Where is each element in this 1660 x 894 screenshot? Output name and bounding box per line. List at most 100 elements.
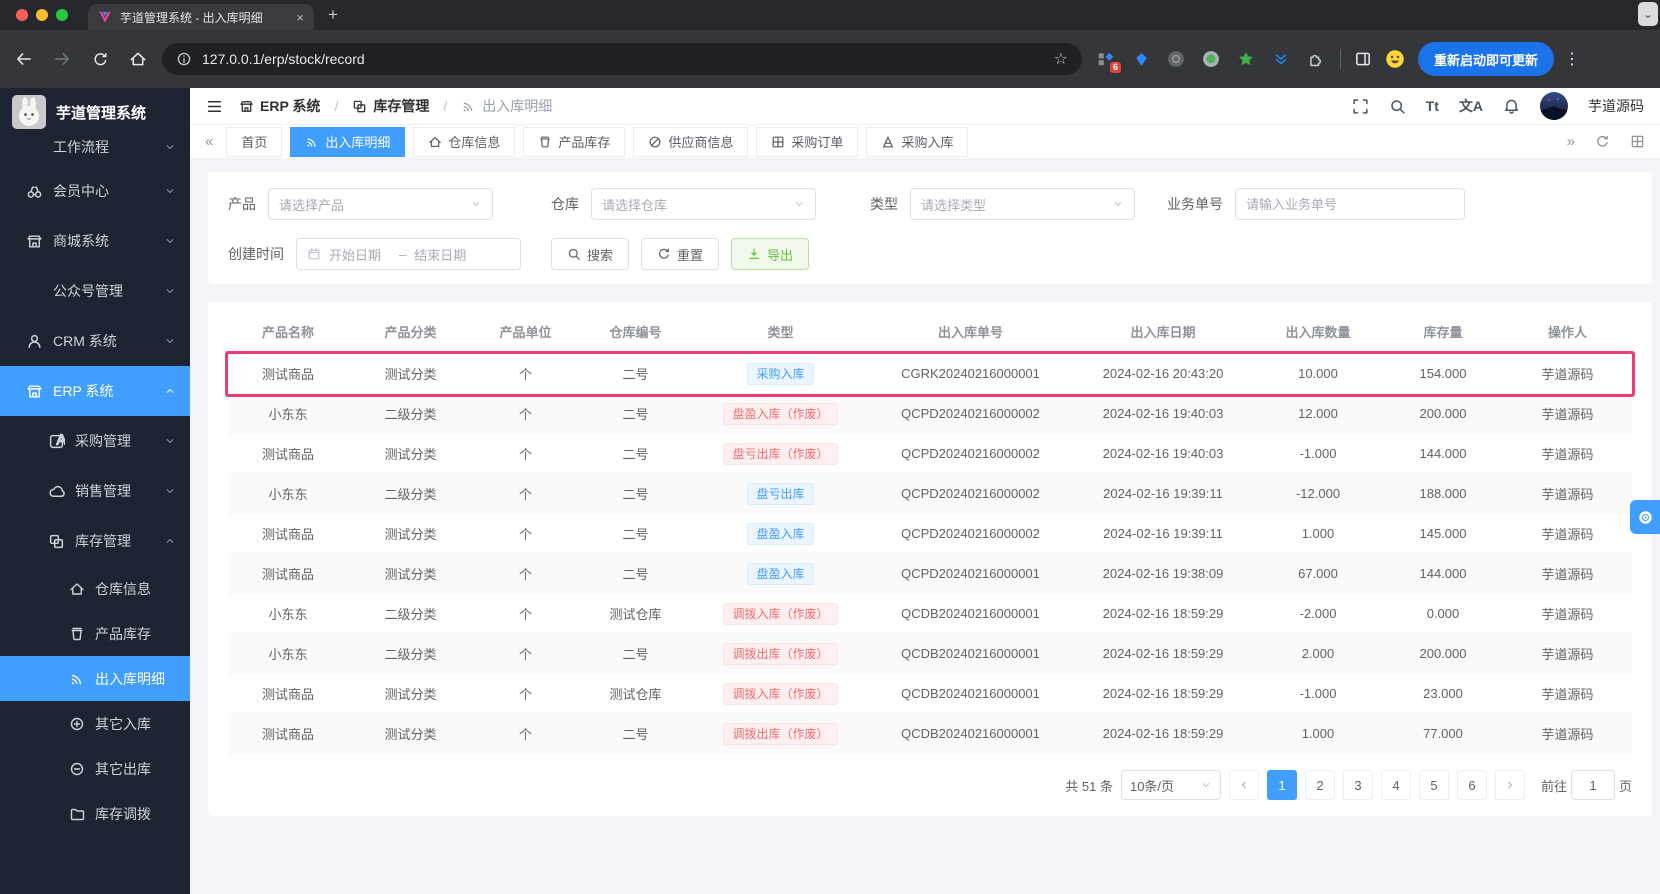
window-zoom-button[interactable] (56, 9, 68, 21)
table-row[interactable]: 测试商品 测试分类 个 二号 调拨出库（作废） QCDB202402160000… (228, 714, 1632, 754)
page-size-select[interactable]: 10条/页 (1120, 770, 1221, 800)
type-badge: 调拨出库（作废） (723, 722, 838, 745)
table-row[interactable]: 测试商品 测试分类 个 二号 盘亏出库（作废） QCPD202402160000… (228, 434, 1632, 474)
page-button-3[interactable]: 3 (1342, 770, 1373, 800)
reset-button[interactable]: 重置 (641, 238, 720, 270)
user-avatar[interactable] (1540, 92, 1568, 120)
browser-tab[interactable]: 芋道管理系统 - 出入库明细 × (88, 4, 314, 30)
gem-extension-icon[interactable] (1130, 48, 1152, 70)
type-select[interactable]: 请选择类型 (910, 188, 1135, 220)
tab-warehouse-info[interactable]: 仓库信息 (413, 126, 516, 157)
fullscreen-icon[interactable] (1352, 98, 1369, 115)
goto-page-input[interactable] (1570, 770, 1615, 800)
search-icon[interactable] (1389, 98, 1406, 115)
table-row[interactable]: 小东东 二级分类 个 二号 盘盈入库（作废） QCPD2024021600000… (228, 394, 1632, 434)
sidebar-item-purchase-mgmt[interactable]: 采购管理 (0, 416, 190, 466)
tab-supplier-info[interactable]: 供应商信息 (633, 126, 749, 157)
bell-icon[interactable] (1503, 98, 1520, 115)
site-info-icon[interactable] (176, 51, 192, 67)
sidebar-item-erp-system[interactable]: ERP 系统 (0, 366, 190, 416)
sidebar-item-other-outbound[interactable]: 其它出库 (0, 746, 190, 791)
browser-update-button[interactable]: 重新启动即可更新 (1418, 42, 1555, 76)
breadcrumb: ERP 系统 / 库存管理 / 出入库明细 (239, 96, 552, 116)
sidebar-item-crm-system[interactable]: CRM 系统 (0, 316, 190, 366)
table-row[interactable]: 小东东 二级分类 个 测试仓库 调拨入库（作废） QCDB20240216000… (228, 594, 1632, 634)
table-row[interactable]: 测试商品 测试分类 个 二号 盘盈入库 QCPD20240216000001 2… (228, 554, 1632, 594)
browser-menu-icon[interactable]: ⋮ (1564, 49, 1580, 69)
next-page-button[interactable] (1494, 770, 1525, 800)
scroll-tabs-right-icon[interactable]: » (1562, 133, 1580, 150)
breadcrumb-erp[interactable]: ERP 系统 (260, 96, 320, 116)
scroll-tabs-left-icon[interactable]: « (200, 133, 218, 150)
address-bar[interactable]: 127.0.0.1/erp/stock/record ☆ (162, 43, 1082, 75)
bizno-input[interactable] (1235, 188, 1465, 220)
sidebar-item-workflow[interactable]: 工作流程 (0, 128, 190, 166)
sidebar-item-inventory-mgmt[interactable]: 库存管理 (0, 516, 190, 566)
font-size-icon[interactable]: Tt (1426, 98, 1439, 114)
page-button-1[interactable]: 1 (1266, 770, 1297, 800)
sidebar-item-mall-system[interactable]: 商城系统 (0, 216, 190, 266)
warehouse-select[interactable]: 请选择仓库 (591, 188, 816, 220)
table-row[interactable]: 小东东 二级分类 个 二号 调拨出库（作废） QCDB2024021600000… (228, 634, 1632, 674)
table-row[interactable]: 小东东 二级分类 个 二号 盘亏出库 QCPD20240216000002 20… (228, 474, 1632, 514)
cell-product-name: 小东东 (268, 647, 308, 662)
cell-datetime: 2024-02-16 19:40:03 (1102, 406, 1224, 421)
page-button-4[interactable]: 4 (1380, 770, 1411, 800)
window-minimize-button[interactable] (36, 9, 48, 21)
tab-purchase-order[interactable]: 采购订单 (756, 126, 859, 157)
star-extension-icon[interactable] (1235, 48, 1257, 70)
green-circle-extension-icon[interactable] (1200, 48, 1222, 70)
tab-options-grid-icon[interactable] (1625, 134, 1650, 149)
side-panel-icon[interactable] (1354, 50, 1372, 68)
chevrons-extension-icon[interactable] (1270, 48, 1292, 70)
sidebar-item-sales-mgmt[interactable]: 销售管理 (0, 466, 190, 516)
reload-button[interactable] (86, 45, 114, 73)
circle-extension-icon[interactable] (1165, 48, 1187, 70)
page-button-2[interactable]: 2 (1304, 770, 1335, 800)
table-row[interactable]: 测试商品 测试分类 个 二号 采购入库 CGRK20240216000001 2… (228, 354, 1632, 394)
extension-icon[interactable]: 6 (1095, 48, 1121, 73)
export-button[interactable]: 导出 (731, 238, 810, 270)
sidebar-item-stock-record[interactable]: 出入库明细 (0, 656, 190, 701)
tab-close-icon[interactable]: × (296, 10, 304, 25)
tab-stock-record[interactable]: 出入库明细 (290, 126, 406, 157)
home-button[interactable] (124, 45, 152, 73)
sidebar-item-product-stock[interactable]: 产品库存 (0, 611, 190, 656)
page-button-5[interactable]: 5 (1418, 770, 1449, 800)
page-button-6[interactable]: 6 (1456, 770, 1487, 800)
cell-operator: 芋道源码 (1541, 647, 1594, 662)
extensions-puzzle-icon[interactable] (1305, 48, 1327, 70)
table-row[interactable]: 测试商品 测试分类 个 二号 盘盈入库 QCPD20240216000002 2… (228, 514, 1632, 554)
cell-quantity: 10.000 (1298, 366, 1338, 381)
forward-button[interactable] (48, 45, 76, 73)
menu-fold-icon[interactable] (206, 98, 223, 115)
tab-purchase-inbound[interactable]: 采购入库 (866, 126, 969, 157)
browser-tab-title: 芋道管理系统 - 出入库明细 (120, 10, 263, 25)
language-icon[interactable]: 文A (1459, 96, 1483, 116)
profile-avatar-icon[interactable] (1385, 49, 1405, 69)
settings-gear-button[interactable] (1630, 500, 1660, 534)
cell-datetime: 2024-02-16 18:59:29 (1102, 606, 1224, 621)
sidebar-item-warehouse-info[interactable]: 仓库信息 (0, 566, 190, 611)
table-row[interactable]: 测试商品 测试分类 个 测试仓库 调拨入库（作废） QCDB2024021600… (228, 674, 1632, 714)
sidebar-item-member-center[interactable]: 会员中心 (0, 166, 190, 216)
bookmark-star-icon[interactable]: ☆ (1054, 49, 1068, 69)
tab-home[interactable]: 首页 (226, 126, 283, 157)
date-range-picker[interactable]: 开始日期 – 结束日期 (296, 238, 521, 270)
tab-product-stock[interactable]: 产品库存 (523, 126, 626, 157)
prev-page-button[interactable] (1228, 770, 1259, 800)
username[interactable]: 芋道源码 (1588, 96, 1644, 116)
refresh-page-icon[interactable] (1590, 134, 1615, 149)
cell-warehouse: 二号 (622, 647, 649, 662)
sidebar-item-stock-transfer[interactable]: 库存调拨 (0, 791, 190, 836)
back-button[interactable] (10, 45, 38, 73)
sidebar-item-other-inbound[interactable]: 其它入库 (0, 701, 190, 746)
search-button[interactable]: 搜索 (551, 238, 630, 270)
new-tab-button[interactable]: + (328, 5, 338, 25)
window-close-button[interactable] (16, 9, 28, 21)
product-select[interactable]: 请选择产品 (268, 188, 493, 220)
download-icon (747, 247, 761, 261)
sidebar-item-official-account[interactable]: 公众号管理 (0, 266, 190, 316)
breadcrumb-inventory[interactable]: 库存管理 (373, 96, 429, 116)
browser-scroll-button[interactable]: ⌄ (1638, 2, 1658, 26)
